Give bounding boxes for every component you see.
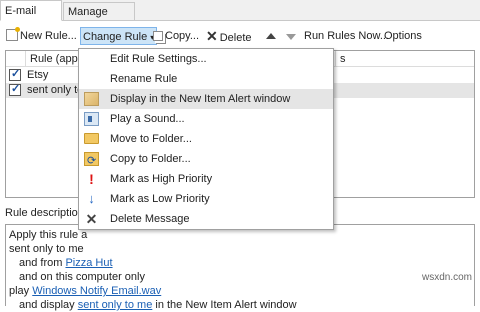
speaker-icon xyxy=(84,112,99,126)
arrow-up-icon xyxy=(266,33,276,39)
menu-item-rename-rule[interactable]: Rename Rule xyxy=(79,69,333,89)
menu-item-edit-rule-settings[interactable]: Edit Rule Settings... xyxy=(79,49,333,69)
toolbar: New Rule... Change Rule ▾ Copy... ✕Delet… xyxy=(0,27,480,45)
menu-item-label: Delete Message xyxy=(110,213,190,225)
low-priority-icon: ↓ xyxy=(88,191,95,206)
options-button[interactable]: Options xyxy=(384,27,422,45)
description-line: sent only to me xyxy=(9,243,84,255)
run-rules-label: Run Rules Now... xyxy=(304,30,389,42)
run-rules-button[interactable]: Run Rules Now... xyxy=(304,27,389,45)
description-text: in the New Item Alert window xyxy=(152,299,297,311)
description-line: Apply this rule a xyxy=(9,229,88,241)
menu-item-label: Mark as High Priority xyxy=(110,173,213,185)
move-down-button[interactable] xyxy=(286,33,296,41)
menu-item-move-to-folder[interactable]: Move to Folder... xyxy=(79,129,333,149)
new-rule-button[interactable]: New Rule... xyxy=(6,27,77,45)
menu-item-label: Copy to Folder... xyxy=(110,153,191,165)
tab-email-rules[interactable]: E-mail Rules xyxy=(0,0,62,37)
menu-item-delete-message[interactable]: ✕ Delete Message xyxy=(79,209,333,229)
alert-text-link[interactable]: sent only to me xyxy=(78,299,153,311)
header-checkbox-column xyxy=(6,51,26,67)
arrow-down-icon xyxy=(286,34,296,40)
tab-strip: E-mail Rules Manage Alerts xyxy=(0,0,480,37)
delete-label: Delete xyxy=(219,32,252,44)
description-text: and display xyxy=(19,299,78,311)
change-rule-menu: Edit Rule Settings... Rename Rule Displa… xyxy=(78,48,334,230)
menu-item-label: Display in the New Item Alert window xyxy=(110,93,291,105)
rule-description-box: Apply this rule a sent only to me and fr… xyxy=(5,224,475,311)
menu-item-mark-low-priority[interactable]: ↓ Mark as Low Priority xyxy=(79,189,333,209)
menu-item-label: Mark as Low Priority xyxy=(110,193,210,205)
description-line: and from Pizza Hut xyxy=(9,256,471,270)
description-text: and from xyxy=(19,257,66,269)
description-line: play Windows Notify Email.wav xyxy=(9,284,471,298)
change-rule-label: Change Rule xyxy=(83,31,148,43)
move-up-button[interactable] xyxy=(266,32,276,40)
menu-item-label: Rename Rule xyxy=(110,73,178,85)
copy-folder-icon xyxy=(84,151,99,171)
rule-name: Etsy xyxy=(27,69,49,81)
rule-description-label: Rule description xyxy=(5,207,84,219)
watermark: wsxdn.com xyxy=(421,272,472,283)
menu-item-label: Play a Sound... xyxy=(110,113,185,125)
menu-item-mark-high-priority[interactable]: ! Mark as High Priority xyxy=(79,169,333,189)
delete-x-icon: ✕ xyxy=(206,28,218,44)
alert-window-icon xyxy=(84,92,99,106)
folder-icon xyxy=(84,133,99,144)
delete-button[interactable]: ✕ Delete xyxy=(206,27,252,45)
rule-checkbox[interactable] xyxy=(9,67,21,82)
copy-icon xyxy=(153,31,163,41)
description-line: and display sent only to me in the New I… xyxy=(9,298,471,312)
delete-icon: ✕ xyxy=(85,211,98,227)
copy-label: Copy... xyxy=(165,30,200,42)
rule-name: sent only to xyxy=(27,84,84,96)
menu-item-label: Edit Rule Settings... xyxy=(110,53,207,65)
sound-file-link[interactable]: Windows Notify Email.wav xyxy=(32,285,161,297)
copy-button[interactable]: Copy... xyxy=(153,27,199,45)
change-rule-button[interactable]: Change Rule ▾ xyxy=(80,27,158,45)
menu-item-label: Move to Folder... xyxy=(110,133,192,145)
description-text: play xyxy=(9,285,33,297)
new-rule-icon xyxy=(6,27,20,41)
high-priority-icon: ! xyxy=(89,171,94,187)
menu-item-display-alert[interactable]: Display in the New Item Alert window xyxy=(79,89,333,109)
sender-link[interactable]: Pizza Hut xyxy=(65,257,112,269)
menu-item-play-sound[interactable]: Play a Sound... xyxy=(79,109,333,129)
menu-item-copy-to-folder[interactable]: Copy to Folder... xyxy=(79,149,333,171)
description-line: and on this computer only xyxy=(19,271,145,283)
header-actions-column[interactable]: s xyxy=(336,51,474,67)
new-rule-label: New Rule... xyxy=(20,30,77,42)
options-label: Options xyxy=(384,30,422,42)
rule-checkbox[interactable] xyxy=(9,82,21,97)
tab-manage-alerts[interactable]: Manage Alerts xyxy=(63,2,135,36)
